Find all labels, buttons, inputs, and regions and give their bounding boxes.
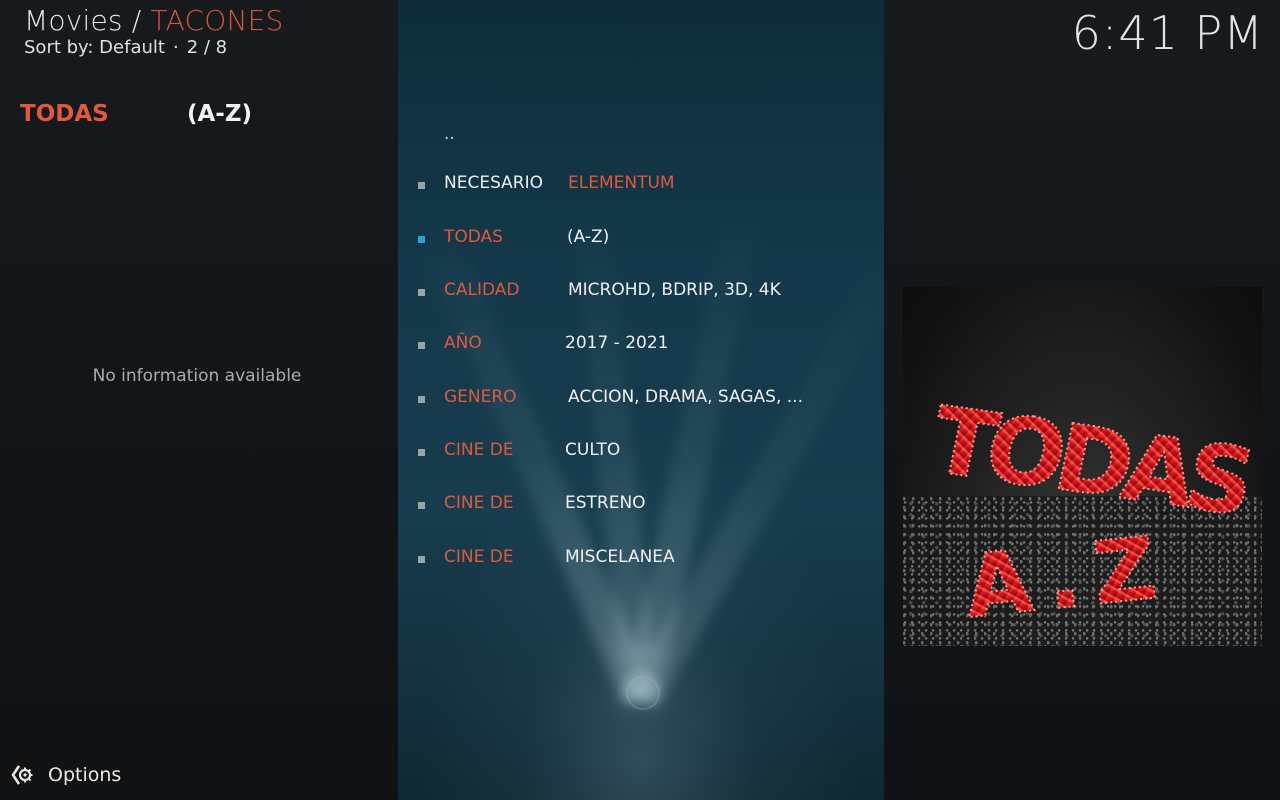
breadcrumb: Movies / TACONES xyxy=(24,4,284,37)
options-label: Options xyxy=(48,764,122,786)
list-item[interactable]: CINE DE ESTRENO xyxy=(418,491,878,521)
bullet-icon xyxy=(418,449,425,456)
kodi-window: Movies / TACONES Sort by: Default · 2 / 8 … xyxy=(0,0,1280,800)
list-item-value: 2017 - 2021 xyxy=(565,333,669,353)
breadcrumb-separator: / xyxy=(122,4,151,37)
list-item-value: ESTRENO xyxy=(565,493,646,513)
list-item-label: NECESARIO xyxy=(444,173,544,193)
list-item[interactable]: AÑO 2017 - 2021 xyxy=(418,331,878,361)
list-item-selected[interactable]: TODAS (A-Z) xyxy=(418,225,878,255)
sort-label: Sort by: Default xyxy=(24,37,165,58)
list-item-value: ACCION, DRAMA, SAGAS, ... xyxy=(568,387,803,407)
list-item[interactable]: CINE DE MISCELANEA xyxy=(418,545,878,575)
info-label-secondary: (A-Z) xyxy=(187,101,253,127)
options-button[interactable]: Options xyxy=(10,760,121,790)
list-item[interactable]: GENERO ACCION, DRAMA, SAGAS, ... xyxy=(418,385,878,415)
list-item-label: CINE DE xyxy=(444,547,514,567)
list-item-value: ELEMENTUM xyxy=(568,173,675,193)
list-item[interactable]: CALIDAD MICROHD, BDRIP, 3D, 4K xyxy=(418,278,878,308)
sort-info: Sort by: Default · 2 / 8 xyxy=(24,37,227,58)
bullet-icon xyxy=(418,236,425,243)
poster-image: TODAS A.Z xyxy=(903,287,1262,646)
sort-dot: · xyxy=(172,37,179,58)
list-item-label: AÑO xyxy=(444,333,482,353)
bullet-icon xyxy=(418,182,425,189)
lens-ring-decoration xyxy=(626,676,660,710)
bullet-icon xyxy=(418,289,425,296)
bullet-icon xyxy=(418,396,425,403)
breadcrumb-current: TACONES xyxy=(150,4,284,37)
list-item-value: MISCELANEA xyxy=(565,547,675,567)
list-item-label: CALIDAD xyxy=(444,280,520,300)
list-item-value: MICROHD, BDRIP, 3D, 4K xyxy=(568,280,781,300)
poster-title-line2: A.Z xyxy=(960,517,1175,638)
list-item-label: CINE DE xyxy=(444,493,514,513)
list-item[interactable]: CINE DE CULTO xyxy=(418,438,878,468)
bullet-icon xyxy=(418,556,425,563)
list-item-label: TODAS xyxy=(444,227,503,247)
no-information-text: No information available xyxy=(92,366,302,386)
item-position: 2 / 8 xyxy=(186,37,228,58)
list-item[interactable]: NECESARIO ELEMENTUM xyxy=(418,171,878,201)
info-label-primary: TODAS xyxy=(20,101,109,127)
list-item-label: CINE DE xyxy=(444,440,514,460)
bullet-icon xyxy=(418,342,425,349)
clock: 6:41 PM xyxy=(1071,6,1264,60)
bullet-icon xyxy=(418,502,425,509)
poster-title-line1: TODAS xyxy=(922,387,1258,536)
list-item-label: GENERO xyxy=(444,387,517,407)
gear-icon xyxy=(11,765,33,785)
list-item-value: (A-Z) xyxy=(567,227,610,247)
list-item-value: CULTO xyxy=(565,440,621,460)
breadcrumb-root[interactable]: Movies xyxy=(24,4,123,37)
parent-folder-item[interactable]: .. xyxy=(444,124,455,144)
poster-artwork: TODAS A.Z xyxy=(921,386,1259,639)
